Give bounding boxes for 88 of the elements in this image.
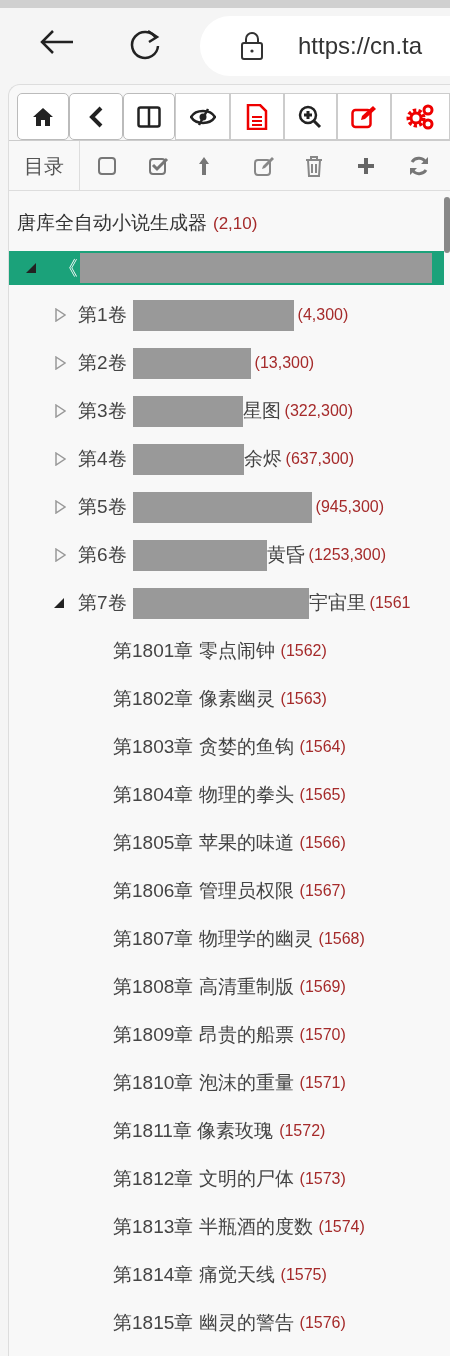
columns-icon — [137, 105, 162, 128]
collapsed-triangle-icon[interactable] — [54, 356, 66, 370]
count-text: (1253,300) — [308, 545, 386, 565]
home-icon — [32, 106, 55, 127]
zoom-in-button[interactable] — [283, 93, 337, 140]
volume-label: 第7卷 — [78, 590, 127, 615]
count-text: (1565) — [299, 785, 346, 805]
chapter-link[interactable]: 第1811章 像素玫瑰 — [113, 1116, 274, 1146]
expanded-triangle-icon[interactable] — [54, 596, 66, 610]
collapsed-triangle-icon[interactable] — [54, 404, 66, 418]
chapter-link[interactable]: 第1801章 零点闹钟 — [113, 636, 275, 666]
chapter-link[interactable]: 第1814章 痛觉天线 — [113, 1260, 275, 1290]
back-icon[interactable] — [40, 30, 74, 54]
back-button[interactable] — [69, 93, 124, 140]
zoom-in-icon — [298, 104, 323, 129]
count-text: (1574) — [318, 1217, 365, 1237]
count-text: (1576) — [299, 1313, 346, 1333]
chapter-link[interactable]: 第1804章 物理的拳头 — [113, 780, 294, 810]
chapter-link[interactable]: 第1815章 幽灵的警告 — [113, 1308, 294, 1338]
settings-button[interactable] — [390, 93, 450, 140]
tree-root-label: 唐库全自动小说生成器 — [17, 211, 207, 235]
chapter-link[interactable]: 第1803章 贪婪的鱼钩 — [113, 732, 294, 762]
chevron-left-icon — [89, 105, 104, 128]
hide-button[interactable] — [175, 93, 231, 140]
volume-label: 第3卷 — [78, 398, 127, 423]
count-text: (1573) — [299, 1169, 346, 1189]
volume-title: 黄昏 — [266, 542, 305, 567]
chapter-link[interactable]: 第1806章 管理员权限 — [113, 876, 294, 906]
columns-button[interactable] — [123, 93, 176, 140]
refresh-icon[interactable] — [409, 155, 429, 176]
count-text: (1572) — [279, 1121, 326, 1141]
chapter-link[interactable]: 第1809章 昂贵的船票 — [113, 1020, 294, 1050]
count-text: (13,300) — [254, 353, 315, 373]
chapter-link[interactable]: 第1807章 物理学的幽灵 — [113, 924, 313, 954]
chapter-link[interactable]: 第1812章 文明的尸体 — [113, 1164, 294, 1194]
home-button[interactable] — [17, 93, 70, 140]
count-text: (1563) — [280, 689, 327, 709]
count-text: (322,300) — [284, 401, 354, 421]
chapter-link[interactable]: 第1802章 像素幽灵 — [113, 684, 275, 714]
document-button[interactable] — [230, 93, 284, 140]
count-text: (1567) — [299, 881, 346, 901]
chapter-link[interactable]: 第1810章 泡沫的重量 — [113, 1068, 294, 1098]
count-text: (1564) — [299, 737, 346, 757]
scrollbar[interactable] — [444, 197, 450, 253]
count-text: (1569) — [299, 977, 346, 997]
collapsed-triangle-icon[interactable] — [54, 308, 66, 322]
checked-box-icon[interactable] — [149, 156, 169, 175]
volume-label: 第1卷 — [78, 302, 127, 327]
eye-slash-icon — [189, 107, 216, 126]
url-text: https://cn.ta — [298, 31, 423, 61]
count-text: (1568) — [318, 929, 365, 949]
count-text: (1570) — [299, 1025, 346, 1045]
upload-arrow-icon[interactable] — [198, 155, 210, 176]
edit-icon — [350, 104, 377, 129]
volume-label: 第2卷 — [78, 350, 127, 375]
document-icon — [245, 103, 268, 130]
volume-label: 第5卷 — [78, 494, 127, 519]
toolbar-label: 目录 — [9, 141, 80, 190]
volume-label: 第4卷 — [78, 446, 127, 471]
volume-label: 第6卷 — [78, 542, 127, 567]
count-text: (1561 — [369, 593, 411, 613]
count-text: (637,300) — [285, 449, 355, 469]
count-text: (2,10) — [213, 213, 258, 235]
collapsed-triangle-icon[interactable] — [54, 500, 66, 514]
volume-title: 宇宙里 — [308, 590, 366, 615]
gears-icon — [405, 103, 434, 130]
count-text: (1562) — [280, 641, 327, 661]
checkbox-icon[interactable] — [98, 156, 116, 175]
chapter-link[interactable]: 第1808章 高清重制版 — [113, 972, 294, 1002]
chapter-link[interactable]: 第1813章 半瓶酒的度数 — [113, 1212, 313, 1242]
reload-icon[interactable] — [128, 29, 161, 62]
trash-icon[interactable] — [305, 154, 323, 177]
edit-icon[interactable] — [254, 155, 276, 176]
count-text: (4,300) — [297, 305, 349, 325]
chapter-link[interactable]: 第1805章 苹果的味道 — [113, 828, 294, 858]
collapsed-triangle-icon[interactable] — [54, 452, 66, 466]
count-text: (945,300) — [315, 497, 385, 517]
book-title-text: 《 — [58, 256, 78, 281]
edit-button[interactable] — [336, 93, 391, 140]
address-bar[interactable]: https://cn.ta — [200, 16, 450, 76]
volume-title: 星图 — [242, 398, 281, 423]
lock-icon — [240, 31, 264, 61]
volume-title: 余烬 — [243, 446, 282, 471]
count-text: (1566) — [299, 833, 346, 853]
count-text: (1571) — [299, 1073, 346, 1093]
count-text: (1575) — [280, 1265, 327, 1285]
collapsed-triangle-icon[interactable] — [54, 548, 66, 562]
plus-icon[interactable] — [357, 156, 375, 175]
